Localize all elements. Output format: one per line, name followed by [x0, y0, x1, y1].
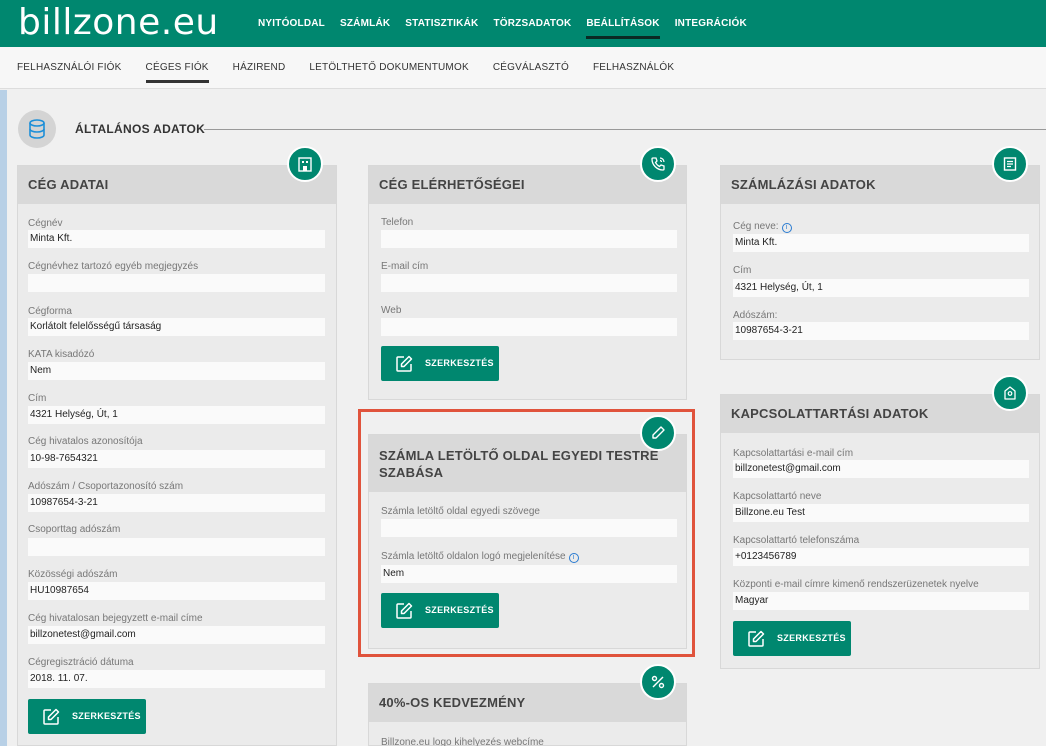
field-label: Cégnévhez tartozó egyéb megjegyzés: [28, 261, 199, 272]
tab-users[interactable]: FELHASZNÁLÓK: [581, 47, 686, 89]
web-field[interactable]: [381, 318, 677, 336]
sub-navigation-bar: FELHASZNÁLÓI FIÓK CÉGES FIÓK HÁZIREND LE…: [0, 47, 1046, 89]
group-tax-number-field[interactable]: [28, 538, 325, 556]
system-message-language-field[interactable]: Magyar: [733, 592, 1029, 610]
field-label: Közösségi adószám: [28, 569, 118, 580]
main-menu-item-invoices[interactable]: SZÁMLÁK: [340, 0, 390, 47]
billing-tax-number-field[interactable]: 10987654-3-21: [733, 322, 1029, 340]
main-menu-item-home[interactable]: NYITÓOLDAL: [258, 0, 325, 47]
company-note-field[interactable]: [28, 274, 325, 292]
field-label: Cégforma: [28, 306, 72, 317]
contacts-edit-button[interactable]: SZERKESZTÉS: [381, 346, 499, 381]
email-field[interactable]: [381, 274, 677, 292]
main-menu-item-integrations[interactable]: INTEGRÁCIÓK: [675, 0, 747, 47]
field-label: Cím: [28, 393, 47, 404]
field-label: Cégnév: [28, 218, 63, 229]
phone-field[interactable]: [381, 230, 677, 248]
company-data-edit-button[interactable]: SZERKESZTÉS: [28, 699, 146, 734]
tab-company-selector[interactable]: CÉGVÁLASZTÓ: [481, 47, 581, 89]
tab-company-account[interactable]: CÉGES FIÓK: [134, 47, 221, 89]
main-menu: NYITÓOLDAL SZÁMLÁK STATISZTIKÁK TÖRZSADA…: [258, 0, 762, 47]
company-contacts-card: CÉG ELÉRHETŐSÉGEI Telefon E-mail cím Web…: [368, 165, 687, 400]
tab-house-rules[interactable]: HÁZIREND: [221, 47, 298, 89]
contact-email-field[interactable]: billzonetest@gmail.com: [733, 460, 1029, 478]
edit-button-label: SZERKESZTÉS: [777, 633, 846, 643]
address-field[interactable]: 4321 Helység, Út, 1: [28, 406, 325, 424]
tab-downloadable-documents[interactable]: LETÖLTHETŐ DOKUMENTUMOK: [297, 47, 480, 89]
field-label: Kapcsolattartó neve: [733, 491, 822, 502]
field-label: Csoporttag adószám: [28, 524, 121, 535]
percent-icon: [640, 664, 676, 700]
field-label: E-mail cím: [381, 261, 429, 272]
field-label: Cég neve: i: [733, 221, 792, 233]
app-logo[interactable]: billzone.eu: [18, 2, 219, 44]
contact-person-card: KAPCSOLATTARTÁSI ADATOK Kapcsolattartási…: [720, 394, 1040, 669]
field-label: Cég hivatalos azonosítója: [28, 436, 143, 447]
main-menu-item-statistics[interactable]: STATISZTIKÁK: [405, 0, 478, 47]
edit-icon: [43, 708, 60, 725]
card-title: 40%-OS KEDVEZMÉNY: [369, 684, 686, 722]
contact-person-edit-button[interactable]: SZERKESZTÉS: [733, 621, 851, 656]
field-label: Kapcsolattartó telefonszáma: [733, 535, 860, 546]
top-navigation-bar: billzone.eu NYITÓOLDAL SZÁMLÁK STATISZTI…: [0, 0, 1046, 47]
field-label: Cég hivatalosan bejegyzett e-mail címe: [28, 613, 203, 624]
eu-tax-number-field[interactable]: HU10987654: [28, 582, 325, 600]
edit-icon: [748, 630, 765, 647]
registration-date-field[interactable]: 2018. 11. 07.: [28, 670, 325, 688]
contact-phone-field[interactable]: +0123456789: [733, 548, 1029, 566]
field-label: Központi e-mail címre kimenő rendszerüze…: [733, 579, 979, 590]
section-header: ÁLTALÁNOS ADATOK: [18, 110, 1046, 148]
phone-icon: [640, 146, 676, 182]
field-label: Cégregisztráció dátuma: [28, 657, 134, 668]
contact-name-field[interactable]: Billzone.eu Test: [733, 504, 1029, 522]
section-title: ÁLTALÁNOS ADATOK: [75, 122, 206, 136]
tab-user-account[interactable]: FELHASZNÁLÓI FIÓK: [5, 47, 134, 89]
edit-button-label: SZERKESZTÉS: [72, 711, 141, 721]
info-icon[interactable]: i: [781, 223, 792, 233]
billing-data-card: SZÁMLÁZÁSI ADATOK Cég neve: i Minta Kft. …: [720, 165, 1040, 360]
left-edge-bar: [0, 90, 7, 746]
building-icon: [287, 146, 323, 182]
card-title: KAPCSOLATTARTÁSI ADATOK: [721, 395, 1039, 433]
edit-button-label: SZERKESZTÉS: [425, 358, 494, 368]
card-title: CÉG ELÉRHETŐSÉGEI: [369, 166, 686, 204]
main-menu-item-master-data[interactable]: TÖRZSADATOK: [493, 0, 571, 47]
field-label: Kapcsolattartási e-mail cím: [733, 448, 854, 459]
main-menu-item-settings[interactable]: BEÁLLÍTÁSOK: [586, 0, 661, 47]
discount-card: 40%-OS KEDVEZMÉNY Billzone.eu logo kihel…: [368, 683, 687, 746]
card-title: SZÁMLÁZÁSI ADATOK: [721, 166, 1039, 204]
field-label: Telefon: [381, 217, 414, 228]
tax-number-field[interactable]: 10987654-3-21: [28, 494, 325, 512]
billing-company-name-field[interactable]: Minta Kft.: [733, 234, 1029, 252]
invoice-icon: [992, 146, 1028, 182]
field-label: Cím: [733, 265, 752, 276]
official-email-field[interactable]: billzonetest@gmail.com: [28, 626, 325, 644]
company-form-field[interactable]: Korlátolt felelősségű társaság: [28, 318, 325, 336]
field-label: Billzone.eu logo kihelyezés webcíme: [381, 737, 544, 746]
field-label: Adószám / Csoportazonosító szám: [28, 481, 184, 492]
field-label: Web: [381, 305, 402, 316]
field-label: KATA kisadózó: [28, 349, 95, 360]
location-pin-icon: [992, 375, 1028, 411]
database-icon: [18, 110, 56, 148]
kata-field[interactable]: Nem: [28, 362, 325, 380]
company-id-field[interactable]: 10-98-7654321: [28, 450, 325, 468]
highlight-frame: [358, 409, 695, 657]
edit-icon: [396, 355, 413, 372]
company-data-card: CÉG ADATAI Cégnév Minta Kft. Cégnévhez t…: [17, 165, 337, 746]
billing-address-field[interactable]: 4321 Helység, Út, 1: [733, 279, 1029, 297]
section-divider: [204, 129, 1046, 130]
field-label: Adószám:: [733, 310, 778, 321]
company-name-field[interactable]: Minta Kft.: [28, 230, 325, 248]
